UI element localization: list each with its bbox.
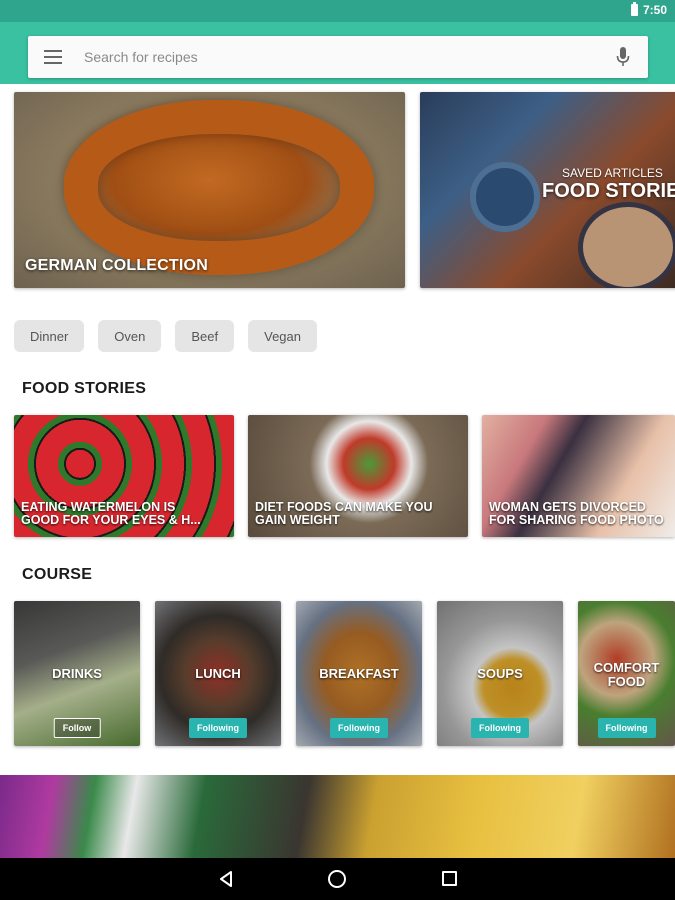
following-button[interactable]: Following (597, 718, 656, 738)
course-card-drinks[interactable]: DRINKS Follow (14, 601, 140, 746)
course-card-comfort-food[interactable]: COMFORT FOOD Following (578, 601, 675, 746)
search-box[interactable] (28, 36, 648, 78)
hero-title: FOOD STORIES (542, 180, 675, 202)
course-label: LUNCH (195, 666, 241, 681)
hero-subtitle: SAVED ARTICLES (562, 166, 663, 180)
story-card-watermelon[interactable]: EATING WATERMELON IS GOOD FOR YOUR EYES … (14, 415, 234, 537)
story-card-diet-foods[interactable]: DIET FOODS CAN MAKE YOU GAIN WEIGHT (248, 415, 468, 537)
chip-dinner[interactable]: Dinner (14, 320, 85, 352)
following-button[interactable]: Following (189, 718, 247, 738)
system-nav-bar (0, 858, 675, 900)
hero-german-collection[interactable]: GERMAN COLLECTION (14, 92, 405, 288)
status-time: 7:50 (642, 3, 667, 17)
status-bar: 7:50 (0, 0, 675, 22)
chip-oven[interactable]: Oven (98, 320, 162, 352)
status-indicators: 7:50 (630, 2, 667, 17)
coffee-cup-image (470, 162, 540, 232)
app-bar (0, 22, 675, 84)
following-button[interactable]: Following (330, 718, 388, 738)
menu-icon[interactable] (44, 50, 62, 64)
hero-food-stories[interactable]: SAVED ARTICLES FOOD STORIES (420, 92, 675, 288)
follow-button[interactable]: Follow (53, 718, 101, 738)
course-label: SOUPS (477, 666, 523, 681)
back-icon[interactable] (218, 871, 234, 887)
course-label: BREAKFAST (319, 666, 399, 681)
following-button[interactable]: Following (471, 718, 529, 738)
bowl-image (578, 202, 675, 288)
hero-title: GERMAN COLLECTION (25, 257, 208, 274)
course-label: DRINKS (52, 666, 102, 681)
mic-icon[interactable] (616, 47, 630, 67)
filter-chips: Dinner Oven Beef Vegan (14, 320, 317, 352)
story-title: WOMAN GETS DIVORCED FOR SHARING FOOD PHO… (489, 500, 664, 527)
course-card-breakfast[interactable]: BREAKFAST Following (296, 601, 422, 746)
pretzel-image (64, 100, 374, 275)
section-title-course: COURSE (22, 566, 93, 583)
chip-vegan[interactable]: Vegan (248, 320, 317, 352)
section-title-food-stories: FOOD STORIES (22, 380, 147, 397)
promo-image-card[interactable] (0, 775, 675, 858)
search-input[interactable] (84, 36, 604, 78)
course-card-lunch[interactable]: LUNCH Following (155, 601, 281, 746)
home-icon[interactable] (328, 870, 346, 888)
story-title: EATING WATERMELON IS GOOD FOR YOUR EYES … (21, 500, 201, 527)
course-card-soups[interactable]: SOUPS Following (437, 601, 563, 746)
course-label: COMFORT FOOD (593, 660, 660, 689)
battery-icon (630, 2, 638, 16)
story-card-divorce[interactable]: WOMAN GETS DIVORCED FOR SHARING FOOD PHO… (482, 415, 675, 537)
story-title: DIET FOODS CAN MAKE YOU GAIN WEIGHT (255, 500, 433, 527)
chip-beef[interactable]: Beef (175, 320, 235, 352)
recent-apps-icon[interactable] (442, 871, 457, 886)
